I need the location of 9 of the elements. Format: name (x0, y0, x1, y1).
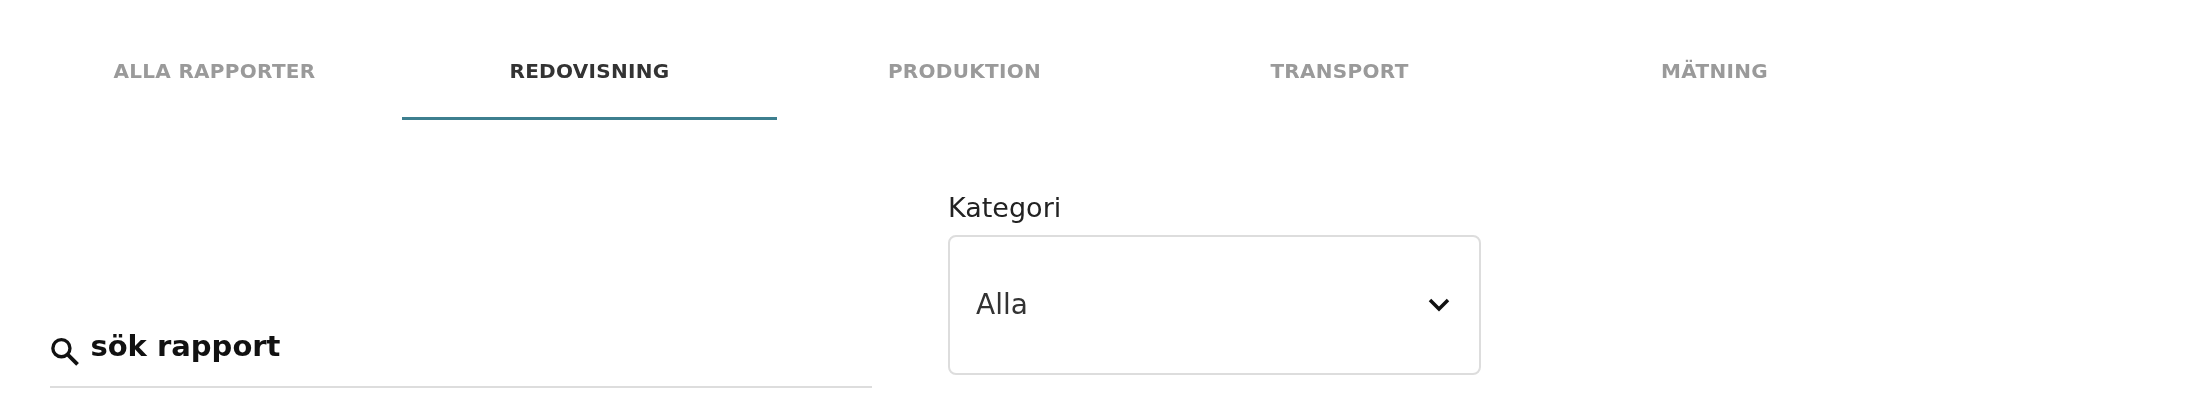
tab[interactable]: TRANSPORT (1152, 40, 1527, 120)
tab[interactable]: ALLA RAPPORTER (27, 40, 402, 120)
tab[interactable]: PRODUKTION (777, 40, 1152, 120)
tab[interactable]: REDOVISNING (402, 40, 777, 120)
tab[interactable]: MÄTNING (1527, 40, 1902, 120)
search-icon (50, 336, 81, 368)
chevron-down-icon (1427, 296, 1451, 313)
category-select[interactable]: Alla (948, 234, 1481, 375)
field-label: Kategori (948, 191, 1063, 225)
